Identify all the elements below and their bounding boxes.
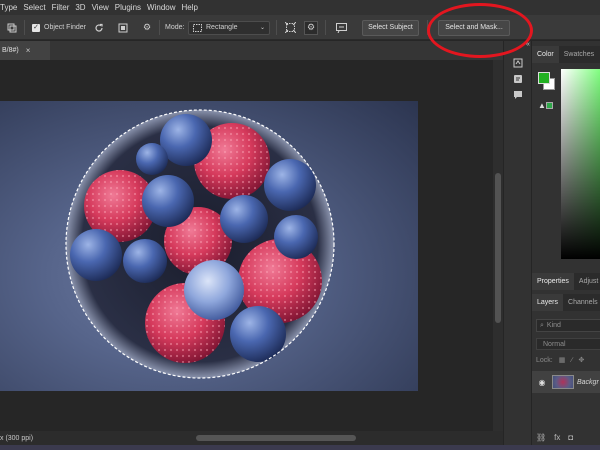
menu-select[interactable]: Select xyxy=(20,0,48,15)
separator xyxy=(159,20,160,35)
document-image xyxy=(0,101,418,391)
blend-mode-select[interactable]: Normal xyxy=(536,338,600,350)
menu-filter[interactable]: Filter xyxy=(49,0,73,15)
search-icon: ⌕ xyxy=(540,321,544,329)
kind-filter-label: Kind xyxy=(546,322,561,329)
status-text: x (300 ppi) xyxy=(0,434,34,442)
history-icon[interactable] xyxy=(512,58,524,68)
tab-layers[interactable]: Layers xyxy=(532,294,564,311)
object-finder-checkbox[interactable]: ✓ xyxy=(32,23,40,32)
menu-plugins[interactable]: Plugins xyxy=(112,0,144,15)
hard-edge-icon[interactable]: ⚙ xyxy=(304,15,318,40)
object-finder-toggle[interactable]: ✓ Object Finder xyxy=(32,15,86,40)
layer-row[interactable]: ◉ Backgr xyxy=(532,371,600,393)
show-all-objects-icon[interactable] xyxy=(116,15,130,40)
properties-panel-tabs: Properties Adjust xyxy=(532,273,600,290)
tool-preset-icon[interactable] xyxy=(5,15,19,40)
tab-adjustments[interactable]: Adjust xyxy=(574,273,600,290)
select-subject-button[interactable]: Select Subject xyxy=(362,19,419,36)
menu-window[interactable]: Window xyxy=(144,0,178,15)
menu-3d[interactable]: 3D xyxy=(72,0,88,15)
menu-view[interactable]: View xyxy=(89,0,112,15)
layers-panel-tabs: Layers Channels xyxy=(532,294,600,311)
eye-icon[interactable]: ◉ xyxy=(535,378,549,387)
foreground-color-swatch[interactable] xyxy=(538,72,550,84)
options-bar: ✓ Object Finder ⚙ Mode: Rectangle ⌄ ⚙ Se… xyxy=(0,15,600,40)
vertical-scrollbar[interactable] xyxy=(493,60,503,431)
document-tab[interactable]: B/8#) × xyxy=(0,41,50,60)
lock-transparent-icon[interactable]: ▦ xyxy=(559,356,566,364)
horizontal-scrollbar-thumb[interactable] xyxy=(196,435,356,441)
layer-thumbnail xyxy=(552,375,574,389)
lock-label: Lock: xyxy=(536,356,553,364)
collapsed-panel-column: « xyxy=(503,41,531,445)
berries-photo xyxy=(65,109,335,379)
warning-icon[interactable]: ▲ xyxy=(538,101,546,110)
comment-icon[interactable] xyxy=(512,90,524,100)
document-tab-bar: B/8#) × xyxy=(0,41,514,60)
close-icon[interactable]: × xyxy=(26,46,31,55)
separator xyxy=(325,20,326,35)
marquee-rectangle-icon xyxy=(193,23,202,32)
web-safe-swatch[interactable] xyxy=(546,102,553,109)
lock-brush-icon[interactable]: ∕ xyxy=(571,357,572,364)
menu-type[interactable]: Type xyxy=(0,0,20,15)
mask-icon[interactable]: ◘ xyxy=(568,433,573,442)
separator xyxy=(276,20,277,35)
menu-bar: Type Select Filter 3D View Plugins Windo… xyxy=(0,0,600,15)
object-subtract-icon[interactable] xyxy=(283,15,297,40)
paragraph-icon[interactable] xyxy=(512,74,524,84)
select-and-mask-button[interactable]: Select and Mask... xyxy=(438,19,510,36)
tab-color[interactable]: Color xyxy=(532,46,559,63)
color-picker-field[interactable] xyxy=(561,69,600,259)
mode-select[interactable]: Rectangle ⌄ xyxy=(188,20,270,35)
object-finder-label: Object Finder xyxy=(44,24,87,31)
document-tab-name: B/8#) xyxy=(2,47,19,54)
chevron-down-icon: ⌄ xyxy=(259,25,265,31)
tab-properties[interactable]: Properties xyxy=(532,273,574,290)
refresh-icon[interactable] xyxy=(92,15,106,40)
content-aware-icon[interactable] xyxy=(334,15,348,40)
lock-row: Lock: ▦ ∕ ✥ xyxy=(536,356,585,365)
horizontal-scrollbar[interactable] xyxy=(40,434,480,442)
mode-select-value: Rectangle xyxy=(206,24,238,31)
canvas-area[interactable] xyxy=(0,60,503,431)
fx-icon[interactable]: fx xyxy=(554,433,560,442)
layer-kind-filter[interactable]: ⌕ Kind xyxy=(536,319,600,332)
taskbar-edge xyxy=(0,445,600,450)
menu-help[interactable]: Help xyxy=(179,0,201,15)
link-icon[interactable]: ⛓ xyxy=(536,433,546,442)
separator xyxy=(24,20,25,35)
mode-label: Mode: xyxy=(165,24,185,31)
tab-swatches[interactable]: Swatches xyxy=(559,46,599,63)
layers-footer-icons: ⛓ fx ◘ xyxy=(536,433,573,442)
layer-name: Backgr xyxy=(577,378,599,386)
tab-channels[interactable]: Channels xyxy=(563,294,600,311)
separator xyxy=(427,20,428,35)
gear-icon[interactable]: ⚙ xyxy=(140,15,154,40)
lock-move-icon[interactable]: ✥ xyxy=(579,356,585,364)
color-panel-tabs: Color Swatches xyxy=(532,46,600,63)
right-panel: Color Swatches ▲ Properties Adjust Layer… xyxy=(531,41,600,445)
vertical-scrollbar-thumb[interactable] xyxy=(495,173,501,323)
